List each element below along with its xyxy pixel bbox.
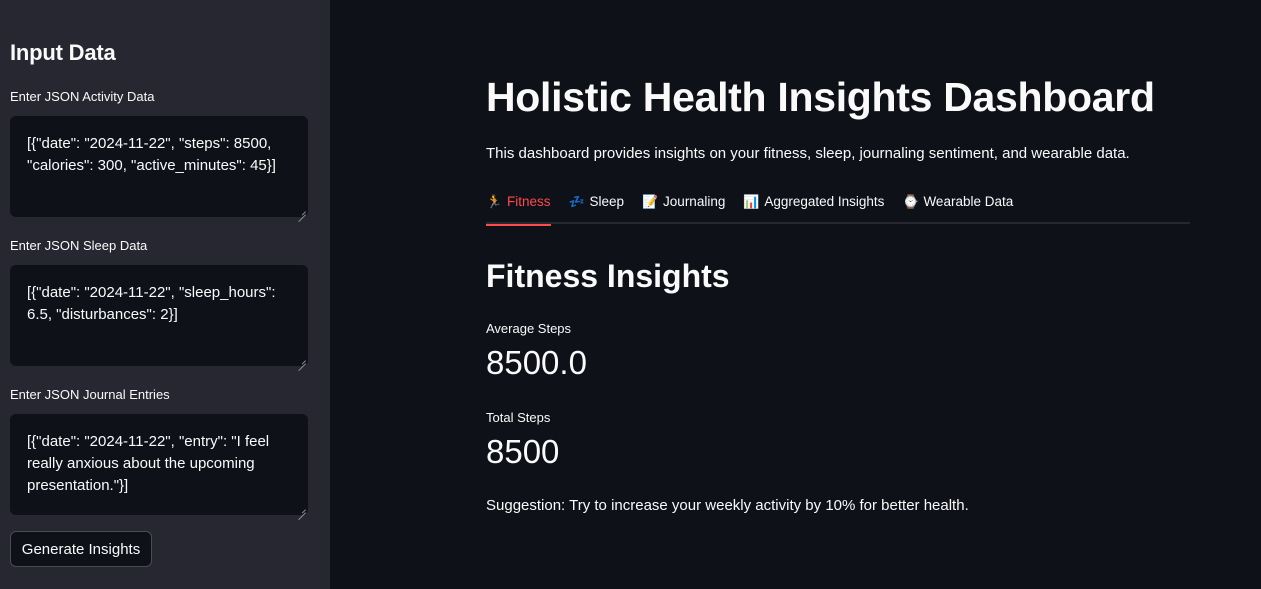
- section-title: Fitness Insights: [486, 258, 730, 294]
- journal-entries-label: Enter JSON Journal Entries: [10, 387, 170, 402]
- memo-icon: 📝: [642, 194, 659, 209]
- sidebar-title: Input Data: [10, 40, 116, 65]
- tab-aggregated-insights[interactable]: 📊 Aggregated Insights: [743, 188, 884, 224]
- bar-chart-icon: 📊: [743, 194, 760, 209]
- main-content: Holistic Health Insights Dashboard This …: [330, 0, 1261, 589]
- activity-data-label: Enter JSON Activity Data: [10, 89, 155, 104]
- generate-insights-button[interactable]: Generate Insights: [10, 531, 152, 567]
- tab-label: Wearable Data: [923, 194, 1014, 209]
- average-steps-value: 8500.0: [486, 344, 587, 381]
- tab-sleep[interactable]: 💤 Sleep: [569, 188, 625, 224]
- tab-journaling[interactable]: 📝 Journaling: [642, 188, 725, 224]
- journal-entries-textarea[interactable]: [{"date": "2024-11-22", "entry": "I feel…: [10, 414, 308, 515]
- average-steps-label: Average Steps: [486, 321, 572, 336]
- sleep-data-field: [{"date": "2024-11-22", "sleep_hours": 6…: [10, 265, 308, 366]
- sidebar: Input Data Enter JSON Activity Data [{"d…: [0, 0, 330, 589]
- page-title: Holistic Health Insights Dashboard: [486, 74, 1155, 120]
- running-person-icon: 🏃: [486, 194, 503, 209]
- sleep-data-textarea[interactable]: [{"date": "2024-11-22", "sleep_hours": 6…: [10, 265, 308, 366]
- suggestion-text: Suggestion: Try to increase your weekly …: [486, 497, 969, 514]
- tab-wearable-data[interactable]: ⌚ Wearable Data: [902, 188, 1013, 224]
- tab-fitness[interactable]: 🏃 Fitness: [486, 188, 551, 226]
- total-steps-value: 8500: [486, 433, 560, 470]
- page-subtitle: This dashboard provides insights on your…: [486, 145, 1130, 162]
- journal-entries-field: [{"date": "2024-11-22", "entry": "I feel…: [10, 414, 308, 515]
- tab-label: Journaling: [663, 194, 726, 209]
- total-steps-label: Total Steps: [486, 410, 551, 425]
- zzz-icon: 💤: [568, 194, 585, 209]
- watch-icon: ⌚: [902, 194, 919, 209]
- sleep-data-label: Enter JSON Sleep Data: [10, 238, 148, 253]
- tab-label: Aggregated Insights: [764, 194, 885, 209]
- tab-label: Sleep: [589, 194, 625, 209]
- tab-label: Fitness: [507, 194, 551, 209]
- tab-bar: 🏃 Fitness 💤 Sleep 📝 Journaling 📊 Aggrega…: [486, 188, 1190, 226]
- app-root: Input Data Enter JSON Activity Data [{"d…: [0, 0, 1261, 589]
- activity-data-field: [{"date": "2024-11-22", "steps": 8500, "…: [10, 116, 308, 217]
- activity-data-textarea[interactable]: [{"date": "2024-11-22", "steps": 8500, "…: [10, 116, 308, 217]
